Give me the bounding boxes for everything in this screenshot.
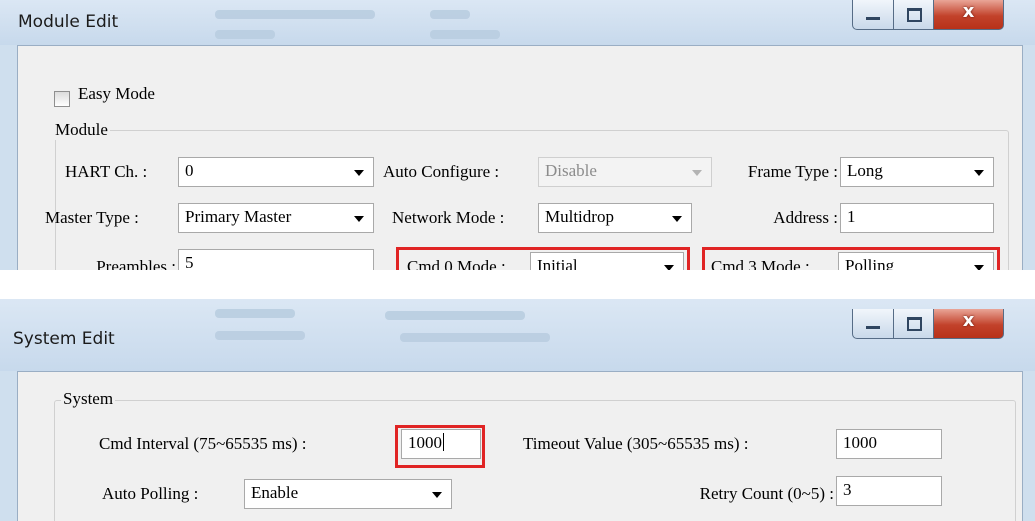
close-icon: x — [962, 1, 975, 22]
master-type-value: Primary Master — [185, 207, 292, 226]
minimize-button[interactable] — [852, 309, 894, 339]
address-input[interactable]: 1 — [840, 203, 994, 233]
close-button[interactable]: x — [934, 0, 1004, 30]
auto-polling-label: Auto Polling : — [102, 484, 199, 503]
address-label: Address : — [773, 208, 838, 227]
auto-polling-select[interactable]: Enable — [244, 479, 452, 509]
frame-type-value: Long — [847, 161, 883, 180]
chevron-down-icon — [664, 265, 674, 270]
chevron-down-icon — [974, 170, 984, 176]
background-blur — [385, 311, 525, 320]
maximize-button[interactable] — [894, 0, 934, 30]
hart-ch-label: HART Ch. : — [65, 162, 148, 181]
background-blur — [400, 333, 550, 342]
window-title: System Edit — [13, 329, 115, 349]
cmd-interval-value: 1000 — [408, 433, 444, 452]
network-mode-select[interactable]: Multidrop — [538, 203, 692, 233]
text-caret — [443, 433, 444, 451]
master-type-select[interactable]: Primary Master — [178, 203, 374, 233]
cmd0-mode-label: Cmd 0 Mode : — [407, 257, 506, 270]
maximize-button[interactable] — [894, 309, 934, 339]
background-blur — [430, 30, 500, 39]
cmd0-mode-select[interactable]: Initial — [530, 252, 684, 270]
minimize-button[interactable] — [852, 0, 894, 30]
chevron-down-icon — [432, 492, 442, 498]
auto-polling-value: Enable — [251, 483, 299, 502]
chevron-down-icon — [692, 170, 702, 176]
chevron-down-icon — [974, 265, 984, 270]
chevron-down-icon — [672, 216, 682, 222]
network-mode-value: Multidrop — [545, 207, 614, 226]
system-edit-client: System Cmd Interval (75~65535 ms) : 1000… — [17, 371, 1023, 521]
cmd0-mode-value: Initial — [537, 256, 578, 270]
chevron-down-icon — [354, 170, 364, 176]
frame-type-select[interactable]: Long — [840, 157, 994, 187]
module-edit-client: Easy Mode Module HART Ch. : 0 Auto Confi… — [17, 45, 1023, 270]
cmd-interval-input[interactable]: 1000 — [401, 429, 481, 459]
auto-configure-label: Auto Configure : — [383, 162, 500, 181]
timeout-value-input[interactable]: 1000 — [836, 429, 942, 459]
easy-mode-checkbox[interactable] — [54, 91, 70, 107]
timeout-value-value: 1000 — [843, 433, 877, 452]
hart-ch-value: 0 — [185, 161, 194, 180]
background-blur — [215, 30, 275, 39]
maximize-icon — [907, 317, 922, 331]
background-blur — [215, 331, 305, 340]
module-edit-titlebar[interactable]: Module Edit x — [0, 0, 1035, 45]
chevron-down-icon — [354, 216, 364, 222]
window-title: Module Edit — [18, 12, 119, 32]
preambles-input[interactable]: 5 — [178, 249, 374, 270]
hart-ch-select[interactable]: 0 — [178, 157, 374, 187]
frame-type-label: Frame Type : — [747, 162, 838, 181]
maximize-icon — [907, 8, 922, 22]
system-edit-titlebar[interactable]: System Edit x — [0, 299, 1035, 371]
preambles-label: Preambles : — [96, 257, 176, 270]
background-blur — [215, 10, 375, 19]
minimize-icon — [866, 326, 880, 329]
module-edit-window: Module Edit x Easy Mode Module HART Ch. … — [0, 0, 1035, 270]
auto-configure-value: Disable — [545, 161, 597, 180]
timeout-value-label: Timeout Value (305~65535 ms) : — [523, 434, 749, 453]
background-blur — [215, 309, 295, 318]
close-icon: x — [962, 310, 975, 331]
preambles-value: 5 — [185, 253, 194, 270]
system-edit-window: System Edit x System Cmd Interval (75~65… — [0, 299, 1035, 521]
close-button[interactable]: x — [934, 309, 1004, 339]
system-group-label: System — [61, 389, 116, 409]
retry-count-value: 3 — [843, 480, 852, 499]
cmd3-mode-label: Cmd 3 Mode : — [711, 257, 810, 270]
cmd3-mode-value: Polling — [845, 256, 895, 270]
auto-configure-select: Disable — [538, 157, 712, 187]
module-group-label: Module — [53, 120, 110, 140]
background-blur — [430, 10, 470, 19]
minimize-icon — [866, 17, 880, 20]
address-value: 1 — [847, 207, 856, 226]
retry-count-input[interactable]: 3 — [836, 476, 942, 506]
cmd3-mode-select[interactable]: Polling — [838, 252, 994, 270]
master-type-label: Master Type : — [45, 208, 139, 227]
cmd-interval-label: Cmd Interval (75~65535 ms) : — [99, 434, 307, 453]
network-mode-label: Network Mode : — [392, 208, 505, 227]
retry-count-label: Retry Count (0~5) : — [699, 484, 834, 503]
easy-mode-label: Easy Mode — [78, 84, 155, 103]
